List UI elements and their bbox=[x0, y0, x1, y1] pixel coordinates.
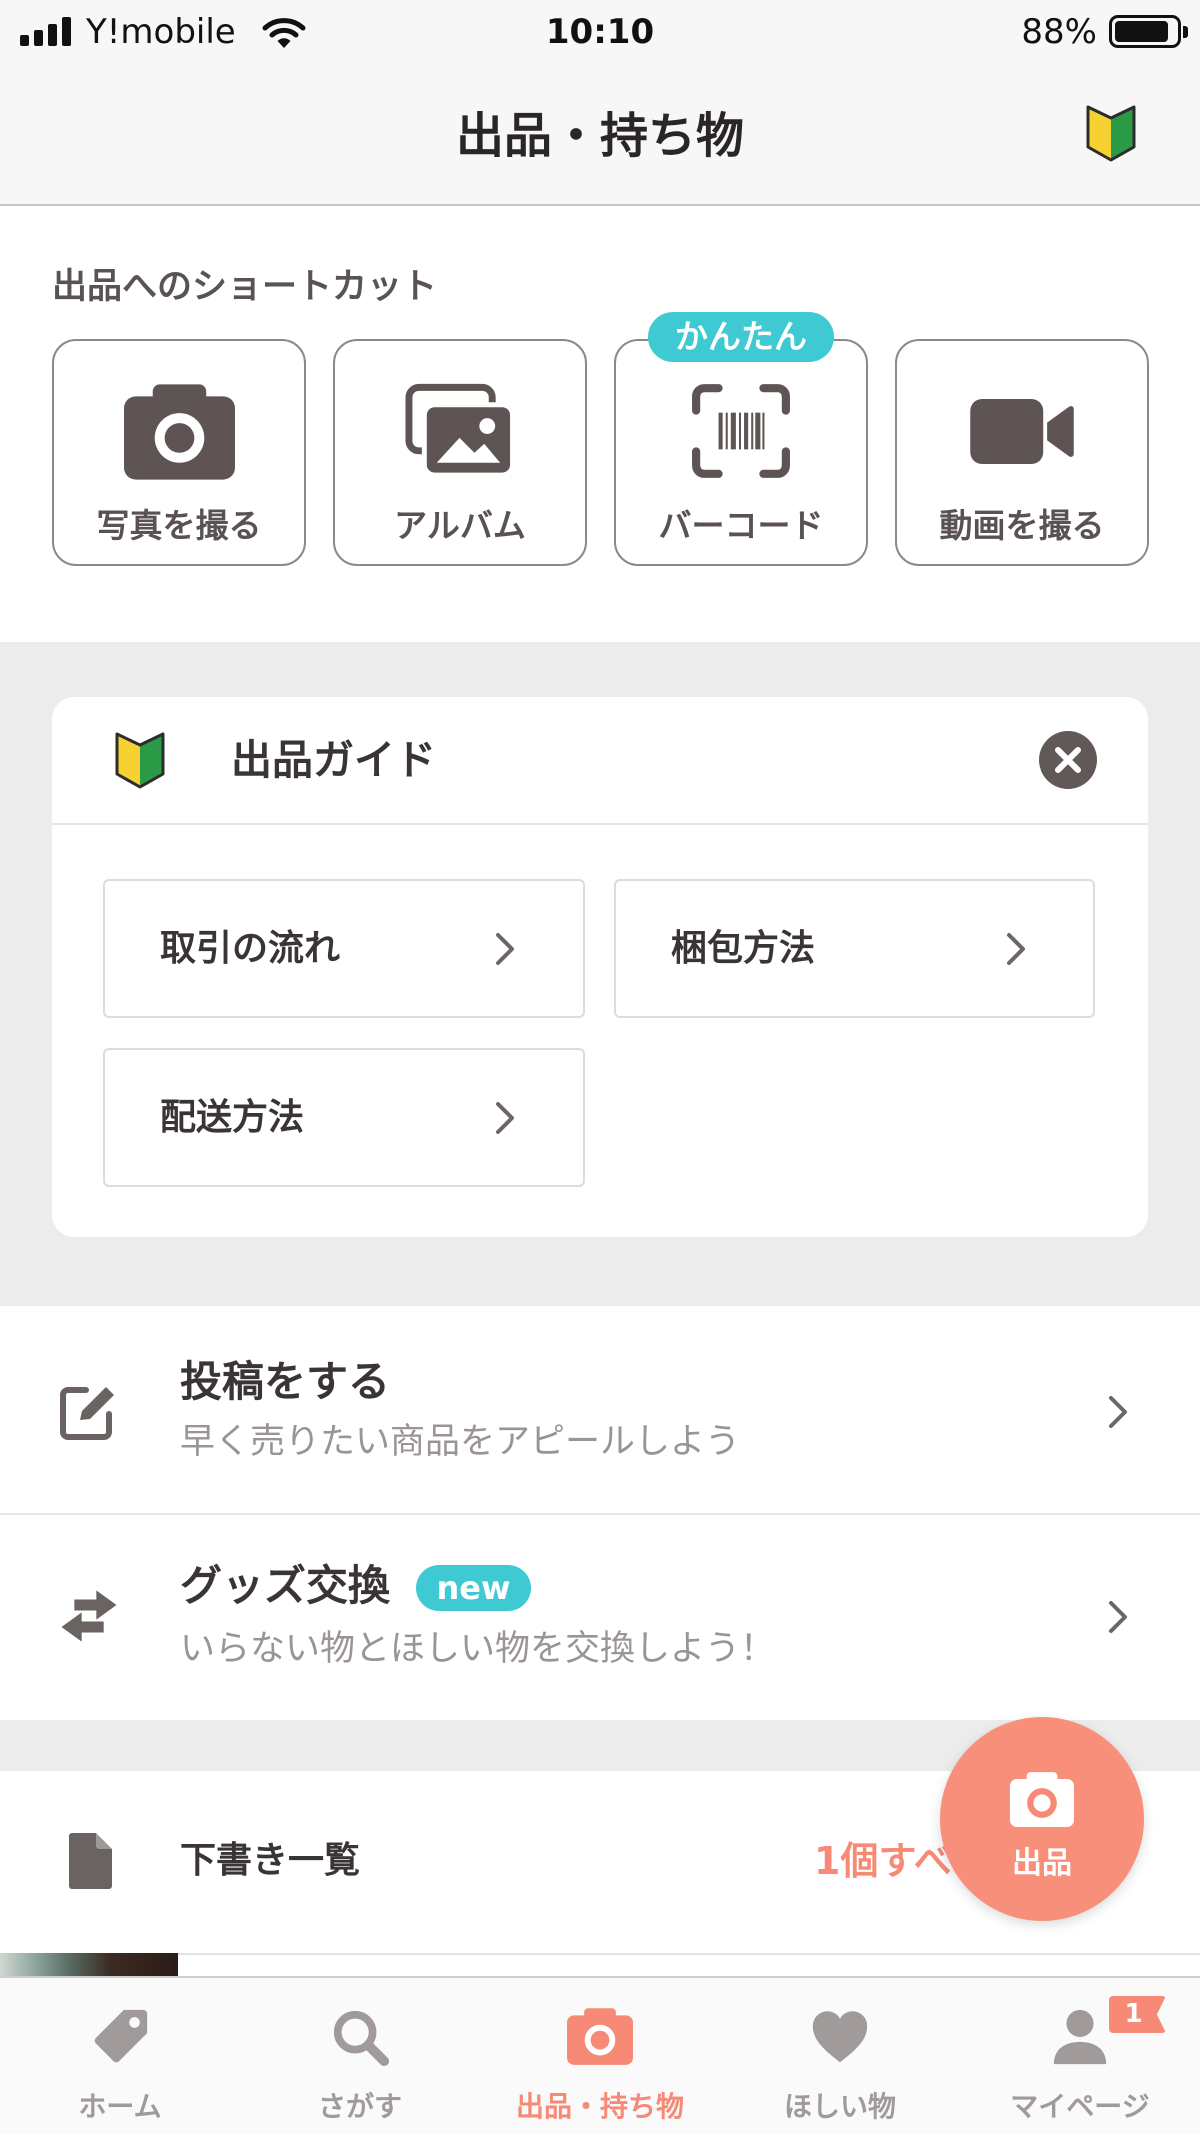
close-icon[interactable] bbox=[1039, 731, 1097, 789]
chevron-right-icon bbox=[496, 1102, 514, 1134]
menu-item-goods-exchange[interactable]: グッズ交換 new いらない物とほしい物を交換しよう！ bbox=[0, 1513, 1200, 1720]
edit-icon bbox=[56, 1382, 122, 1442]
battery-cap bbox=[1183, 26, 1188, 38]
camera-icon bbox=[567, 2006, 633, 2068]
tab-bar: ホーム さがす 出品・持ち物 ほしい物 1 マイページ bbox=[0, 1976, 1200, 2134]
menu-item-subtitle: いらない物とほしい物を交換しよう！ bbox=[180, 1629, 776, 1669]
easy-badge: かんたん bbox=[648, 312, 834, 362]
barcode-icon bbox=[616, 376, 866, 486]
menu-item-subtitle: 早く売りたい商品をアピールしよう bbox=[180, 1422, 741, 1462]
shortcut-section-title: 出品へのショートカット bbox=[52, 267, 438, 307]
wifi-icon bbox=[262, 18, 306, 48]
person-icon bbox=[1047, 2006, 1113, 2068]
exchange-icon bbox=[56, 1586, 122, 1646]
shortcut-grid: 写真を撮る アルバム かんたん バーコード 動画を撮る bbox=[52, 312, 1149, 566]
sell-fab-button[interactable]: 出品 bbox=[940, 1717, 1144, 1921]
document-icon bbox=[66, 1831, 114, 1891]
tab-label: マイページ bbox=[1010, 2090, 1150, 2123]
search-icon bbox=[327, 2006, 393, 2068]
chevron-right-icon bbox=[1109, 1601, 1127, 1633]
tab-label: 出品・持ち物 bbox=[515, 2090, 684, 2123]
beginner-mark-icon bbox=[112, 729, 168, 791]
clock: 10:10 bbox=[545, 12, 655, 52]
camera-icon bbox=[54, 376, 304, 486]
signal-strength-icon bbox=[20, 16, 76, 46]
chevron-right-icon bbox=[1109, 1396, 1127, 1428]
barcode-label: バーコード bbox=[658, 506, 824, 545]
battery-icon bbox=[1109, 15, 1181, 48]
tab-home[interactable]: ホーム bbox=[0, 1978, 240, 2134]
tab-search[interactable]: さがす bbox=[240, 1978, 480, 2134]
take-photo-label: 写真を撮る bbox=[96, 506, 262, 545]
tab-label: ホーム bbox=[78, 2090, 162, 2123]
drafts-view-all-link[interactable]: 1個すべ bbox=[814, 1771, 952, 1951]
album-label: アルバム bbox=[394, 506, 526, 545]
menu-item-post[interactable]: 投稿をする 早く売りたい商品をアピールしよう bbox=[0, 1306, 1200, 1513]
record-video-label: 動画を撮る bbox=[939, 506, 1105, 545]
new-badge: new bbox=[416, 1565, 531, 1611]
tab-mypage[interactable]: 1 マイページ bbox=[960, 1978, 1200, 2134]
video-camera-icon bbox=[897, 376, 1147, 486]
guide-link-label: 梱包方法 bbox=[671, 928, 816, 969]
tab-label: さがす bbox=[317, 2090, 402, 2123]
guide-title: 出品ガイド bbox=[231, 736, 436, 784]
divider bbox=[178, 1953, 1200, 1955]
menu-item-title: グッズ交換 bbox=[180, 1561, 391, 1610]
guide-link-packing[interactable]: 梱包方法 bbox=[614, 879, 1095, 1018]
chevron-right-icon bbox=[1007, 933, 1025, 965]
sell-fab-label: 出品 bbox=[1012, 1846, 1072, 1881]
beginner-mark-icon[interactable] bbox=[1083, 102, 1139, 164]
camera-icon bbox=[1009, 1771, 1075, 1827]
status-bar: Y!mobile 10:10 88% bbox=[0, 0, 1200, 68]
guide-link-label: 取引の流れ bbox=[160, 928, 341, 969]
record-video-button[interactable]: 動画を撮る bbox=[895, 339, 1149, 566]
barcode-button[interactable]: かんたん バーコード bbox=[614, 312, 868, 566]
guide-link-label: 配送方法 bbox=[160, 1097, 305, 1138]
page-title: 出品・持ち物 bbox=[455, 108, 744, 164]
guide-card-header: 出品ガイド bbox=[52, 697, 1148, 825]
notification-badge: 1 bbox=[1109, 1996, 1166, 2033]
shortcut-section: 出品へのショートカット 写真を撮る アルバム かんたん バーコード 動画を撮る bbox=[0, 206, 1200, 642]
tab-wishlist[interactable]: ほしい物 bbox=[720, 1978, 960, 2134]
screen: Y!mobile 10:10 88% 出品・持ち物 出品へのショートカット 写真… bbox=[0, 0, 1200, 2134]
draft-list-preview bbox=[0, 1953, 1200, 1976]
nav-header: 出品・持ち物 bbox=[0, 68, 1200, 206]
tag-icon bbox=[87, 2006, 153, 2068]
album-icon bbox=[335, 376, 585, 486]
menu-item-title: 投稿をする bbox=[180, 1357, 391, 1406]
tab-sell-belongings[interactable]: 出品・持ち物 bbox=[480, 1978, 720, 2134]
guide-link-transaction-flow[interactable]: 取引の流れ bbox=[103, 879, 585, 1018]
take-photo-button[interactable]: 写真を撮る bbox=[52, 339, 306, 566]
guide-link-shipping[interactable]: 配送方法 bbox=[103, 1048, 585, 1187]
carrier-name: Y!mobile bbox=[86, 12, 236, 52]
feature-menu: 投稿をする 早く売りたい商品をアピールしよう グッズ交換 new いらない物とほ… bbox=[0, 1306, 1200, 1720]
tab-label: ほしい物 bbox=[783, 2090, 896, 2123]
battery-percent: 88% bbox=[1021, 12, 1097, 52]
battery-level bbox=[1115, 21, 1168, 42]
listing-guide-card: 出品ガイド 取引の流れ 梱包方法 配送方法 bbox=[52, 697, 1148, 1237]
chevron-right-icon bbox=[496, 933, 514, 965]
album-button[interactable]: アルバム bbox=[333, 339, 587, 566]
draft-thumbnail[interactable] bbox=[0, 1953, 178, 1976]
drafts-title: 下書き一覧 bbox=[180, 1840, 361, 1881]
heart-icon bbox=[807, 2006, 873, 2068]
